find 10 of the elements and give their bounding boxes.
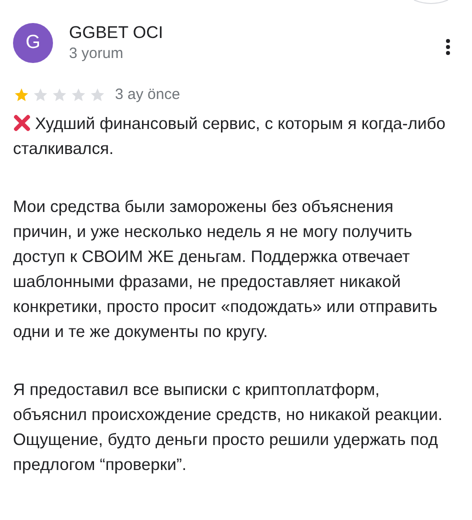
review-text: Ощущение, будто деньги просто решили удержать под предлогом “проверки”.: [13, 430, 438, 474]
review-text: Мои средства были заморожены без объяснения причин, и уже несколько недель я не могу получить доступ к СВОИМ ЖЕ деньгам. Поддержка отвечает шаблонными фразами, не предоставляет никакой конкретики, просто просит «подождать» или отправить одни и те же документы по кругу.: [13, 197, 438, 341]
round-button-edge: [413, 0, 449, 4]
review-text: Худший финансовый сервис, с которым я когда-либо сталкивался.: [13, 114, 446, 158]
more-options-icon[interactable]: [446, 39, 450, 55]
review-count: 3 yorum: [69, 44, 124, 64]
avatar[interactable]: G: [13, 23, 53, 63]
review-date: 3 ay önce: [115, 86, 180, 103]
reviewer-name[interactable]: GGBET OCI: [69, 22, 446, 44]
review-text: Я предоставил все выписки с криптоплатформ, объяснил происхождение средств, но никакой реакции.: [13, 380, 442, 424]
